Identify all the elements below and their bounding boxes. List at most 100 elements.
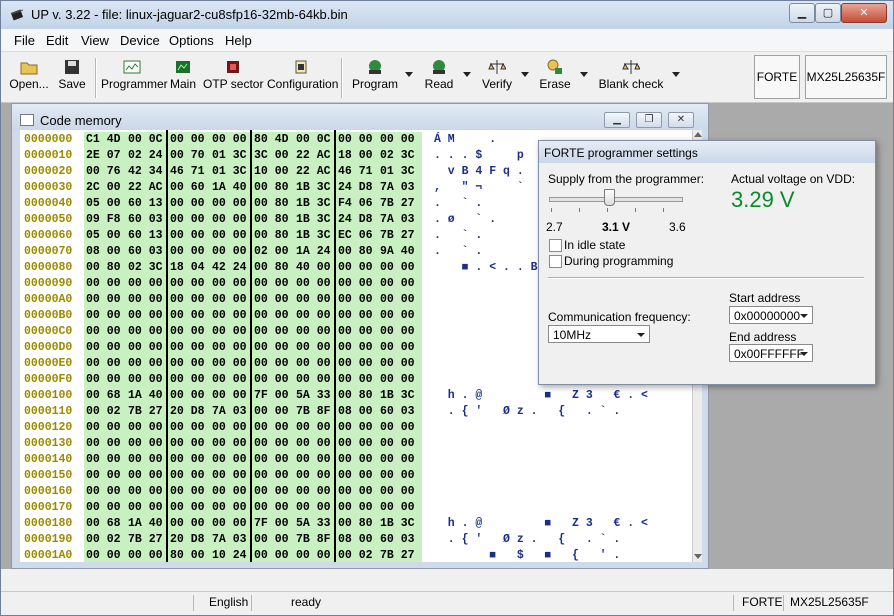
hex-byte-pair[interactable]: 7B 8F [294,532,338,548]
hex-byte-pair[interactable]: 00 00 [252,548,296,562]
hex-byte-pair[interactable]: 00 00 [294,340,338,356]
child-close-button[interactable]: ✕ [668,112,694,128]
hex-byte-pair[interactable]: 00 00 [336,420,380,436]
hex-byte-pair[interactable]: 00 00 [336,132,380,148]
hex-byte-pair[interactable]: 00 00 [168,388,212,404]
hex-byte-pair[interactable]: 00 00 [210,516,254,532]
hex-byte-pair[interactable]: 00 00 [126,340,170,356]
hex-byte-pair[interactable]: 00 0C [126,132,170,148]
hex-byte-pair[interactable]: 00 00 [378,132,422,148]
hex-byte-pair[interactable]: 00 00 [378,436,422,452]
hex-byte-pair[interactable]: 00 00 [294,548,338,562]
hex-byte-pair[interactable]: 00 00 [168,340,212,356]
programmer-button[interactable]: Programmer [101,56,168,98]
hex-byte-pair[interactable]: 7F 00 [252,516,296,532]
hex-byte-pair[interactable]: 00 00 [336,276,380,292]
hex-byte-pair[interactable]: 00 00 [126,468,170,484]
hex-byte-pair[interactable]: 00 00 [336,356,380,372]
hex-byte-pair[interactable]: 00 00 [84,340,128,356]
hex-byte-pair[interactable]: 00 00 [210,356,254,372]
hex-byte-pair[interactable]: 00 00 [210,244,254,260]
program-dropdown-icon[interactable] [405,72,413,77]
hex-byte-pair[interactable]: 00 00 [126,500,170,516]
blank-check-dropdown-icon[interactable] [672,72,680,77]
verify-button[interactable]: Verify [477,56,517,98]
hex-row[interactable]: 0000160 00 00 00 00 00 00 00 00 00 00 00 00 00 … [20,484,692,500]
menu-file[interactable]: File [14,33,35,48]
hex-byte-pair[interactable]: 00 00 [84,436,128,452]
hex-byte-pair[interactable]: 00 00 [252,308,296,324]
hex-byte-pair[interactable]: 00 80 [84,260,128,276]
hex-byte-pair[interactable]: 00 00 [252,324,296,340]
hex-byte-pair[interactable]: 00 00 [210,500,254,516]
hex-byte-pair[interactable]: 00 00 [84,452,128,468]
hex-row[interactable]: 0000140 00 00 00 00 00 00 00 00 00 00 00 00 00 … [20,452,692,468]
hex-byte-pair[interactable]: 00 00 [168,420,212,436]
hex-row[interactable]: 0000150 00 00 00 00 00 00 00 00 00 00 00 00 00 … [20,468,692,484]
hex-byte-pair[interactable]: 00 00 [210,324,254,340]
hex-byte-pair[interactable]: 60 03 [126,244,170,260]
hex-byte-pair[interactable]: 7F 00 [252,388,296,404]
hex-byte-pair[interactable]: 00 02 [336,548,380,562]
hex-byte-pair[interactable]: 00 00 [210,276,254,292]
hex-byte-pair[interactable]: 00 00 [168,228,212,244]
hex-byte-pair[interactable]: 00 00 [336,372,380,388]
hex-byte-pair[interactable]: 00 00 [168,196,212,212]
hex-byte-pair[interactable]: 05 00 [84,196,128,212]
hex-byte-pair[interactable]: 01 3C [378,164,422,180]
hex-byte-pair[interactable]: 00 00 [252,532,296,548]
hex-byte-pair[interactable]: 00 00 [126,292,170,308]
hex-byte-pair[interactable]: 7A 03 [378,180,422,196]
hex-byte-pair[interactable]: 00 00 [378,340,422,356]
hex-byte-pair[interactable]: 00 00 [126,548,170,562]
hex-byte-pair[interactable]: 00 00 [168,324,212,340]
menu-options[interactable]: Options [169,33,214,48]
hex-byte-pair[interactable]: 22 AC [294,164,338,180]
hex-byte-pair[interactable]: EC 06 [336,228,380,244]
hex-byte-pair[interactable]: 18 00 [336,148,380,164]
menu-help[interactable]: Help [225,33,252,48]
hex-byte-pair[interactable]: 40 00 [294,260,338,276]
hex-byte-pair[interactable]: 00 00 [84,484,128,500]
hex-byte-pair[interactable]: 00 00 [378,308,422,324]
hex-byte-pair[interactable]: 00 00 [336,260,380,276]
hex-byte-pair[interactable]: 00 80 [252,180,296,196]
hex-byte-pair[interactable]: 00 80 [252,260,296,276]
hex-byte-pair[interactable]: 00 00 [252,468,296,484]
hex-byte-pair[interactable]: 01 3C [210,164,254,180]
frequency-select[interactable]: 10MHz [548,325,650,343]
hex-byte-pair[interactable]: 00 00 [210,484,254,500]
hex-byte-pair[interactable]: 00 00 [336,500,380,516]
title-bar[interactable]: UP v. 3.22 - file: linux-jaguar2-cu8sfp1… [1,1,893,29]
scroll-down-icon[interactable] [694,554,702,559]
hex-byte-pair[interactable]: 5A 33 [294,388,338,404]
hex-byte-pair[interactable]: 00 00 [210,132,254,148]
hex-row[interactable]: 0000100 00 68 1A 40 00 00 00 00 7F 00 5A 33 00 … [20,388,692,404]
hex-byte-pair[interactable]: 60 03 [378,404,422,420]
configuration-button[interactable]: Configuration [267,56,338,98]
hex-byte-pair[interactable]: 20 D8 [168,532,212,548]
hex-byte-pair[interactable]: 60 03 [126,212,170,228]
hex-byte-pair[interactable]: 00 76 [84,164,128,180]
hex-byte-pair[interactable]: 00 80 [336,388,380,404]
hex-byte-pair[interactable]: 00 00 [252,404,296,420]
hex-row[interactable]: 0000110 00 02 7B 27 20 D8 7A 03 00 00 7B 8F 08 … [20,404,692,420]
read-dropdown-icon[interactable] [463,72,471,77]
hex-byte-pair[interactable]: 80 4D [252,132,296,148]
hex-byte-pair[interactable]: 00 00 [210,196,254,212]
hex-byte-pair[interactable]: 00 00 [336,468,380,484]
hex-byte-pair[interactable]: 22 AC [294,148,338,164]
hex-byte-pair[interactable]: 18 04 [168,260,212,276]
hex-byte-pair[interactable]: 1A 24 [294,244,338,260]
hex-byte-pair[interactable]: 05 00 [84,228,128,244]
hex-byte-pair[interactable]: 00 00 [378,420,422,436]
hex-byte-pair[interactable]: 00 00 [84,468,128,484]
hex-byte-pair[interactable]: 00 00 [168,308,212,324]
hex-byte-pair[interactable]: 00 70 [168,148,212,164]
maximize-button[interactable]: ▢ [815,3,841,23]
hex-byte-pair[interactable]: 00 00 [336,452,380,468]
dialog-title-bar[interactable]: FORTE programmer settings [539,141,875,163]
blank-check-button[interactable]: Blank check [597,56,665,98]
hex-byte-pair[interactable]: 08 00 [84,244,128,260]
hex-byte-pair[interactable]: 00 00 [168,244,212,260]
